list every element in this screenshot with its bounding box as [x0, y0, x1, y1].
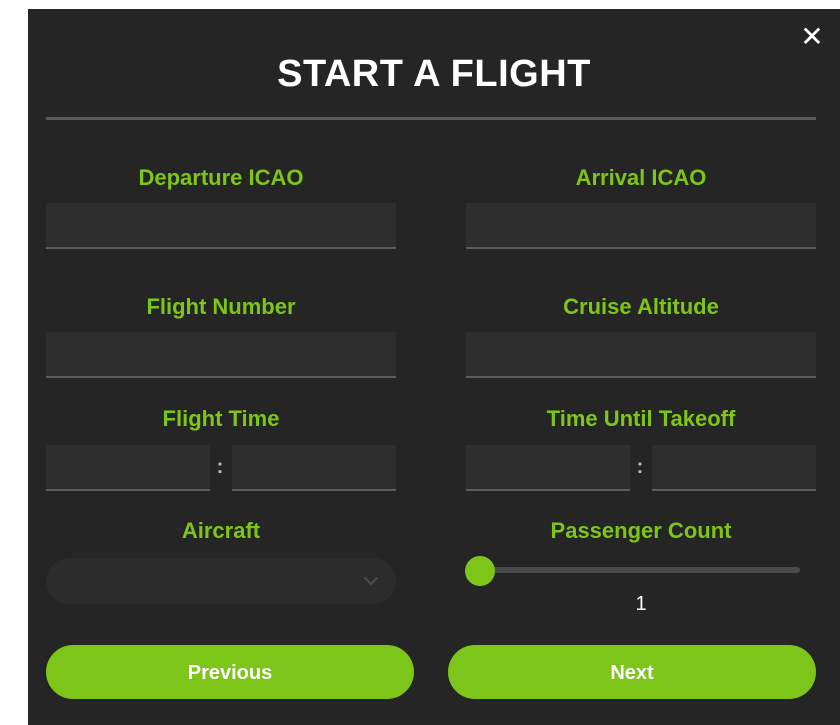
- flight-number-label: Flight Number: [146, 294, 296, 319]
- dialog-title: START A FLIGHT: [277, 53, 591, 95]
- departure-icao-input[interactable]: [46, 203, 396, 249]
- previous-button[interactable]: Previous: [46, 645, 414, 699]
- flight-number-input[interactable]: [46, 332, 396, 378]
- arrival-icao-label: Arrival ICAO: [575, 165, 707, 190]
- takeoff-time-minutes-input[interactable]: [652, 445, 816, 491]
- takeoff-time-hours-input[interactable]: [466, 445, 630, 491]
- passenger-count-slider-thumb[interactable]: [465, 556, 495, 586]
- takeoff-time-separator: :: [636, 456, 644, 478]
- title-divider: [46, 117, 816, 120]
- close-button[interactable]: ✕: [798, 23, 826, 51]
- start-flight-dialog: ✕ START A FLIGHT Departure ICAO Arrival …: [28, 9, 840, 725]
- departure-icao-label: Departure ICAO: [138, 165, 304, 190]
- aircraft-label: Aircraft: [181, 518, 261, 543]
- flight-time-separator: :: [216, 456, 224, 478]
- close-icon: ✕: [800, 20, 824, 53]
- passenger-count-label: Passenger Count: [550, 518, 732, 543]
- chevron-down-icon: [363, 576, 379, 586]
- cruise-altitude-label: Cruise Altitude: [563, 294, 719, 319]
- flight-time-minutes-input[interactable]: [232, 445, 396, 491]
- flight-time-label: Flight Time: [162, 406, 280, 431]
- aircraft-select[interactable]: [46, 558, 396, 604]
- passenger-count-slider-track[interactable]: [466, 567, 800, 573]
- next-button[interactable]: Next: [448, 645, 816, 699]
- flight-time-hours-input[interactable]: [46, 445, 210, 491]
- passenger-count-value: 1: [635, 593, 647, 615]
- cruise-altitude-input[interactable]: [466, 332, 816, 378]
- arrival-icao-input[interactable]: [466, 203, 816, 249]
- time-until-takeoff-label: Time Until Takeoff: [546, 406, 736, 431]
